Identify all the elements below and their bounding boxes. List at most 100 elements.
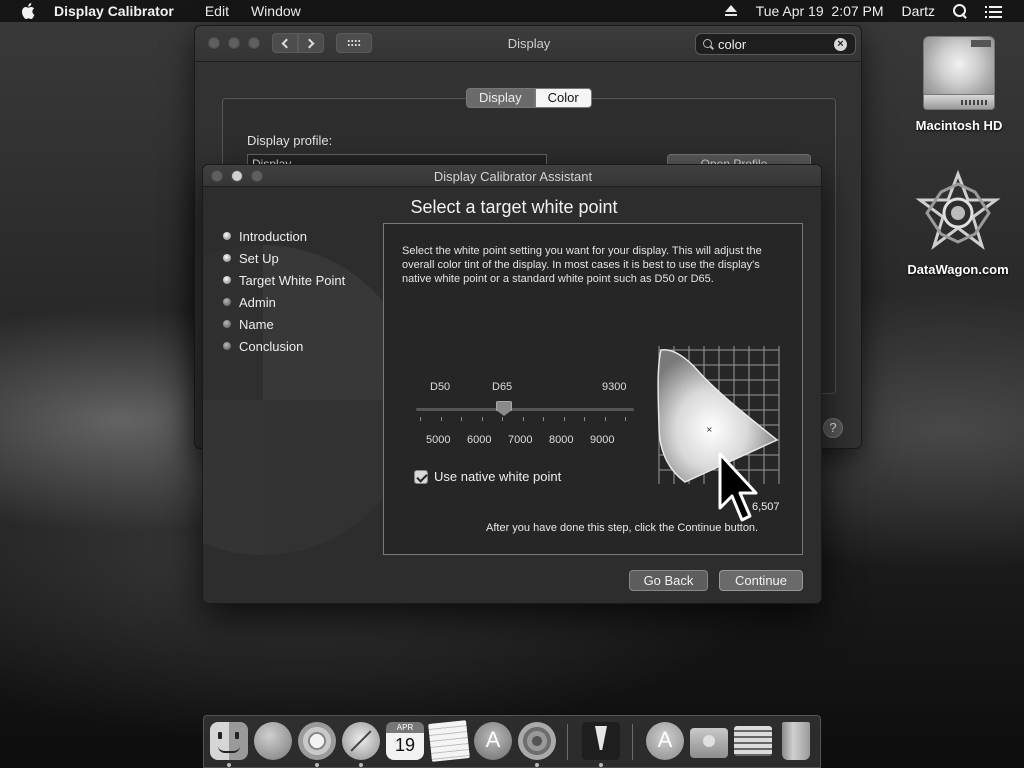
hard-drive-icon — [921, 34, 997, 112]
slider-tick — [482, 417, 483, 421]
dock-separator — [632, 724, 633, 760]
desktop-icon-macintosh-hd[interactable]: Macintosh HD — [904, 34, 1014, 133]
running-indicator — [227, 763, 231, 767]
step-bullet-icon — [223, 276, 231, 284]
slider-track[interactable] — [416, 408, 634, 411]
applications-folder-icon[interactable] — [646, 722, 684, 760]
steps-list: Introduction Set Up Target White Point A… — [223, 225, 345, 357]
step-label: Target White Point — [239, 272, 346, 288]
slider-scale-label: 5000 — [426, 434, 451, 446]
search-input[interactable] — [718, 36, 828, 52]
step-label: Introduction — [239, 228, 307, 244]
finder-icon[interactable] — [210, 722, 248, 760]
slider-label-9300: 9300 — [602, 381, 627, 393]
menubar-user[interactable]: Dartz — [902, 3, 935, 19]
native-white-point-checkbox[interactable] — [414, 469, 428, 484]
slider-tick — [543, 417, 544, 421]
star-logo-icon — [913, 169, 1003, 256]
dock-separator — [567, 724, 568, 760]
search-icon — [703, 39, 713, 49]
step-bullet-icon — [223, 342, 231, 350]
clear-search-icon[interactable]: × — [834, 38, 847, 51]
page-title: Select a target white point — [410, 197, 618, 217]
documents-stack-icon[interactable] — [734, 726, 772, 756]
tuxera-icon[interactable] — [582, 722, 620, 760]
tab-display[interactable]: Display — [466, 88, 535, 108]
step-bullet-icon — [223, 254, 231, 262]
dock: 19 — [203, 715, 821, 768]
slider-tick — [461, 417, 462, 421]
step-bullet-icon — [223, 232, 231, 240]
notes-icon[interactable] — [428, 720, 470, 762]
step-introduction: Introduction — [223, 225, 345, 247]
eject-icon[interactable] — [724, 5, 738, 17]
window-titlebar: Display Calibrator Assistant — [203, 165, 821, 187]
step-admin: Admin — [223, 291, 345, 313]
display-calibrator-window: Display Calibrator Assistant Select a ta… — [202, 164, 822, 604]
downloads-folder-icon[interactable] — [690, 728, 728, 758]
native-white-point-label: Use native white point — [434, 469, 562, 484]
desktop-icon-datawagon[interactable]: DataWagon.com — [903, 169, 1013, 277]
slider-label-d50: D50 — [430, 381, 451, 393]
white-point-panel: Select the white point setting you want … — [383, 223, 803, 555]
go-back-button[interactable]: Go Back — [629, 570, 708, 591]
slider-scale-label: 8000 — [549, 434, 574, 446]
menubar: Display Calibrator Edit Window Tue Apr 1… — [0, 0, 1024, 22]
help-button[interactable]: ? — [823, 418, 843, 438]
step-label: Set Up — [239, 250, 279, 266]
instructions-text: Select the white point setting you want … — [402, 245, 762, 285]
calendar-icon[interactable]: 19 — [386, 722, 424, 760]
menu-edit[interactable]: Edit — [205, 3, 229, 19]
display-profile-label: Display profile: — [247, 133, 333, 148]
slider-tick — [584, 417, 585, 421]
step-conclusion: Conclusion — [223, 335, 345, 357]
step-label: Conclusion — [239, 338, 304, 354]
step-set-up: Set Up — [223, 247, 345, 269]
running-indicator — [315, 763, 319, 767]
running-indicator — [599, 763, 603, 767]
app-store-icon[interactable] — [474, 722, 512, 760]
svg-text:×: × — [706, 425, 713, 434]
search-field[interactable]: × — [695, 33, 856, 55]
chrome-icon[interactable] — [298, 722, 336, 760]
native-white-point-option[interactable]: Use native white point — [414, 469, 561, 484]
continue-button[interactable]: Continue — [719, 570, 803, 591]
slider-label-d65: D65 — [492, 381, 513, 393]
notification-center-icon[interactable] — [985, 5, 1002, 18]
app-menu[interactable]: Display Calibrator — [54, 3, 174, 19]
safari-icon[interactable] — [342, 722, 380, 760]
slider-thumb[interactable] — [496, 401, 512, 417]
step-name: Name — [223, 313, 345, 335]
slider-scale-label: 9000 — [590, 434, 615, 446]
slider-tick — [502, 417, 503, 421]
slider-tick — [564, 417, 565, 421]
slider-scale-label: 6000 — [467, 434, 492, 446]
spotlight-search-icon[interactable] — [953, 4, 967, 18]
window-toolbar: Display × — [195, 26, 861, 62]
menubar-clock[interactable]: Tue Apr 19 2:07 PM — [756, 3, 884, 19]
mouse-pointer-icon — [716, 452, 766, 524]
slider-tick — [420, 417, 421, 421]
white-point-slider: D50 D65 9300 5000 6000 7000 8000 9000 — [414, 379, 636, 454]
slider-tick — [605, 417, 606, 421]
window-title: Display Calibrator Assistant — [433, 169, 593, 184]
trash-icon[interactable] — [782, 722, 810, 760]
slider-tick — [523, 417, 524, 421]
slider-tick — [625, 417, 626, 421]
launchpad-icon[interactable] — [254, 722, 292, 760]
desktop-icon-label: Macintosh HD — [915, 118, 1003, 133]
slider-tick — [441, 417, 442, 421]
slider-scale-label: 7000 — [508, 434, 533, 446]
tab-color[interactable]: Color — [534, 88, 592, 108]
running-indicator — [359, 763, 363, 767]
system-preferences-icon[interactable] — [518, 722, 556, 760]
menu-window[interactable]: Window — [251, 3, 301, 19]
step-bullet-icon — [223, 320, 231, 328]
step-label: Name — [239, 316, 274, 332]
apple-menu-icon[interactable] — [21, 3, 35, 19]
desktop-icon-label: DataWagon.com — [907, 262, 1009, 277]
running-indicator — [535, 763, 539, 767]
step-label: Admin — [239, 294, 276, 310]
display-color-tabs: Display Color — [466, 88, 592, 108]
step-bullet-icon — [223, 298, 231, 306]
